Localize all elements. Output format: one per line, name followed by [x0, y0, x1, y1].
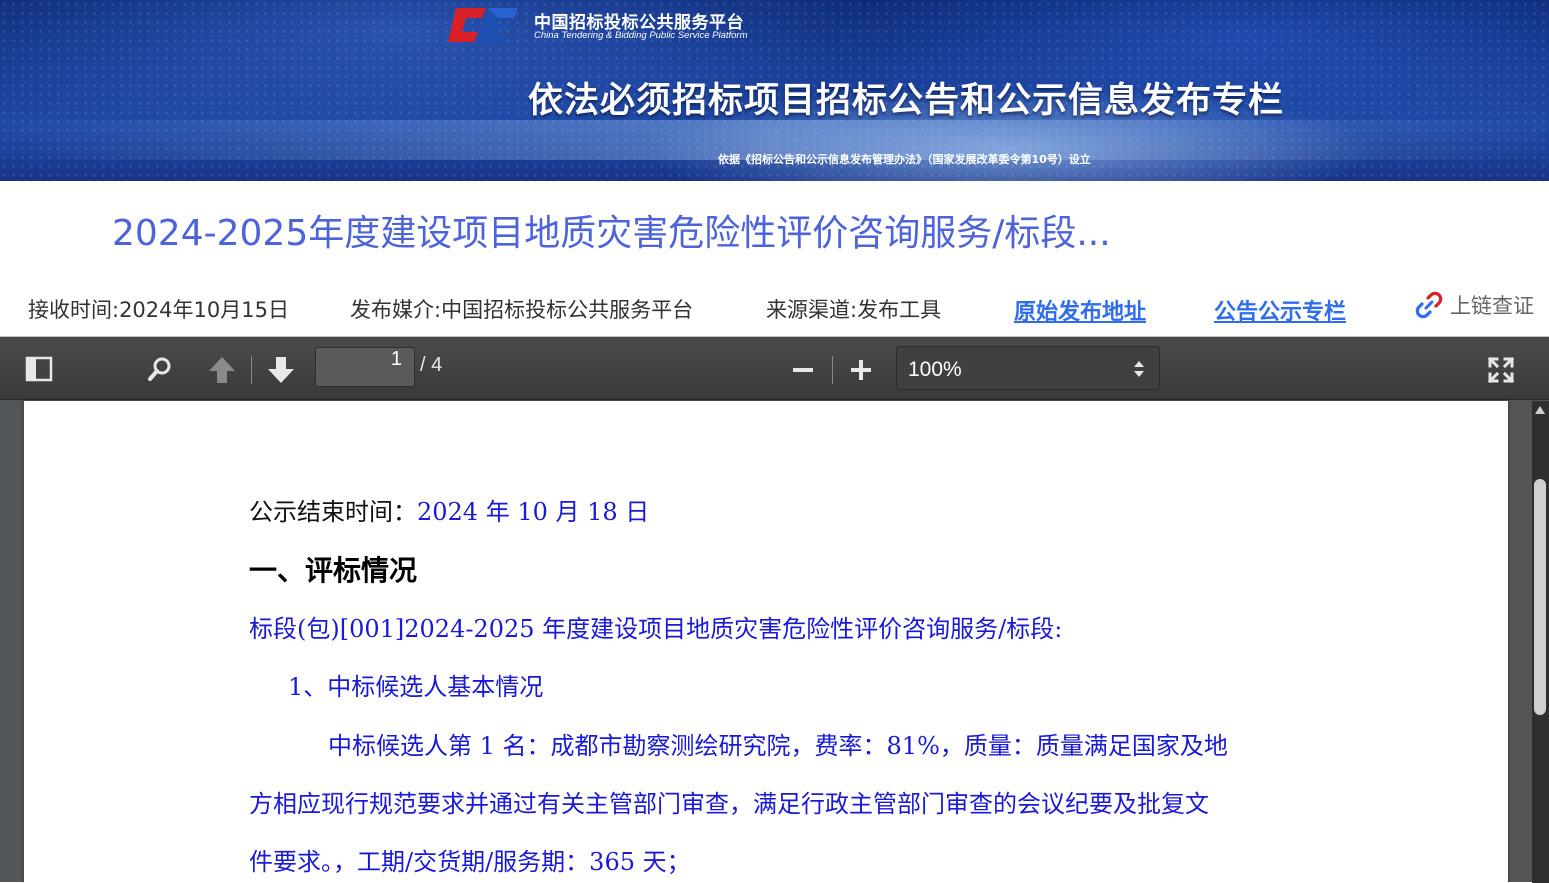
page-number-input[interactable]: 1 — [315, 347, 415, 387]
pdf-page: 公示结束时间：2024 年 10 月 18 日 一、评标情况 标段(包)[001… — [24, 401, 1508, 883]
platform-name-en: China Tendering & Bidding Public Service… — [534, 30, 748, 41]
pdf-toolbar: 1 / 4 100% — [0, 337, 1549, 400]
select-caret-icon — [1134, 361, 1144, 377]
fullscreen-icon — [1487, 356, 1515, 384]
zoom-in-button[interactable] — [844, 353, 878, 387]
receive-time: 接收时间:2024年10月15日 — [28, 298, 289, 322]
section-heading: 一、评标情况 — [249, 554, 418, 587]
zoom-select[interactable]: 100% — [896, 346, 1160, 390]
end-time-label: 公示结束时间：2024 年 10 月 18 日 — [249, 492, 649, 527]
end-time-value: 2024 年 10 月 18 日 — [417, 498, 650, 526]
source-channel: 来源渠道:发布工具 — [766, 298, 942, 322]
previous-page-button[interactable] — [205, 353, 239, 387]
publish-media: 发布媒介:中国招标投标公共服务平台 — [350, 298, 694, 322]
toolbar-separator — [832, 356, 833, 384]
toolbar-separator — [251, 356, 252, 384]
chain-verify-label: 上链查证 — [1450, 294, 1534, 318]
scrollbar-thumb[interactable] — [1534, 479, 1546, 715]
zoom-out-button[interactable] — [786, 353, 820, 387]
search-icon — [148, 357, 171, 381]
announcement-column-link[interactable]: 公告公示专栏 — [1214, 294, 1346, 326]
candidate-paragraph-line-1: 中标候选人第 1 名：成都市勘察测绘研究院，费率：81%，质量：质量满足国家及地 — [328, 732, 1228, 760]
platform-logo-icon — [448, 8, 518, 42]
fullscreen-button[interactable] — [1483, 352, 1519, 388]
banner-title: 依法必须招标项目招标公告和公示信息发布专栏 — [528, 81, 1285, 121]
zoom-value: 100% — [908, 358, 962, 381]
scroll-up-arrow-icon[interactable] — [1534, 405, 1546, 415]
arrow-up-icon — [209, 357, 235, 383]
next-page-button[interactable] — [264, 353, 298, 387]
arrow-down-icon — [268, 357, 294, 383]
chain-link-icon — [1415, 291, 1443, 319]
candidate-sub-heading: 1、中标候选人基本情况 — [288, 673, 544, 701]
find-button[interactable] — [143, 353, 177, 385]
lot-line: 标段(包)[001]2024-2025 年度建设项目地质灾害危险性评价咨询服务/… — [249, 615, 1063, 643]
sidebar-toggle-icon — [25, 356, 53, 382]
sidebar-toggle-button[interactable] — [22, 353, 56, 385]
candidate-paragraph-line-2: 方相应现行规范要求并通过有关主管部门审查，满足行政主管部门审查的会议纪要及批复文 — [249, 790, 1209, 818]
page-number-value: 1 — [390, 348, 402, 370]
minus-icon — [793, 368, 813, 372]
announcement-title: 2024-2025年度建设项目地质灾害危险性评价咨询服务/标段... — [112, 213, 1111, 254]
page-total: / 4 — [420, 354, 443, 376]
banner-legal-note: 依据《招标公告和公示信息发布管理办法》（国家发展改革委令第10号）设立 — [718, 153, 1091, 166]
candidate-paragraph-line-3: 件要求。，工期/交货期/服务期：365 天； — [249, 848, 691, 876]
end-time-label-text: 公示结束时间： — [249, 498, 417, 526]
pdf-viewer: 1 / 4 100% 公示结束时间：2024 年 10 月 18 日 一、评标情… — [0, 336, 1549, 883]
plus-icon — [851, 360, 871, 380]
header-banner: 中国招标投标公共服务平台 China Tendering & Bidding P… — [0, 0, 1549, 181]
chain-verify-button[interactable]: 上链查证 — [1414, 290, 1534, 320]
original-address-link[interactable]: 原始发布地址 — [1014, 294, 1146, 326]
